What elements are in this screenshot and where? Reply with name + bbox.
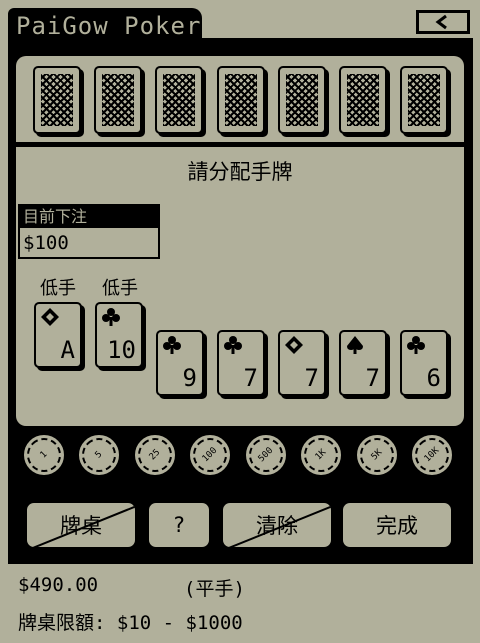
spade-icon bbox=[347, 336, 363, 354]
high-hand-card[interactable]: 7 bbox=[217, 330, 265, 396]
high-hand-card[interactable]: 6 bbox=[400, 330, 448, 396]
back-button[interactable] bbox=[416, 10, 470, 34]
high-hand-card[interactable]: 7 bbox=[339, 330, 387, 396]
chip-tray: 1 5 25 100 500 1K 5K 10K bbox=[16, 430, 464, 480]
chip-25[interactable]: 25 bbox=[132, 432, 178, 478]
dealer-card bbox=[94, 66, 142, 134]
card-rank: 7 bbox=[243, 364, 258, 392]
action-bar: 牌桌 ? 清除 完成 bbox=[24, 500, 456, 552]
card-back-icon bbox=[163, 74, 195, 126]
diamond-icon bbox=[41, 308, 59, 326]
chip-5k[interactable]: 5K bbox=[354, 432, 400, 478]
chip-value: 5 bbox=[79, 435, 119, 475]
dealer-card bbox=[217, 66, 265, 134]
card-rank: 10 bbox=[107, 336, 136, 364]
card-rank: 9 bbox=[182, 364, 197, 392]
chip-1k[interactable]: 1K bbox=[298, 432, 344, 478]
card-rank: 6 bbox=[426, 364, 441, 392]
low-hand-card[interactable]: A bbox=[34, 302, 82, 368]
low-hand-label: 低手 bbox=[40, 278, 76, 299]
low-hand-label: 低手 bbox=[102, 278, 138, 299]
app-title: PaiGow Poker bbox=[8, 8, 202, 42]
card-rank: A bbox=[60, 336, 75, 364]
chip-1[interactable]: 1 bbox=[21, 432, 67, 478]
done-button[interactable]: 完成 bbox=[340, 500, 454, 550]
chip-value: 1 bbox=[24, 435, 64, 475]
dealer-card bbox=[339, 66, 387, 134]
card-back-icon bbox=[41, 74, 73, 126]
card-rank: 7 bbox=[365, 364, 380, 392]
club-icon bbox=[407, 336, 425, 354]
balance-text: $490.00 bbox=[18, 574, 99, 596]
clear-button[interactable]: 清除 bbox=[220, 500, 334, 550]
back-arrow-icon bbox=[435, 14, 447, 30]
low-hand-card[interactable]: 10 bbox=[95, 302, 143, 368]
club-icon bbox=[224, 336, 242, 354]
chip-100[interactable]: 100 bbox=[187, 432, 233, 478]
chip-value: 25 bbox=[135, 435, 175, 475]
chip-value: 100 bbox=[190, 435, 230, 475]
result-text: (平手) bbox=[184, 578, 245, 600]
instruction-text: 請分配手牌 bbox=[187, 160, 293, 184]
chip-500[interactable]: 500 bbox=[243, 432, 289, 478]
chip-value: 500 bbox=[246, 435, 286, 475]
diamond-icon bbox=[285, 336, 303, 354]
dealer-card bbox=[278, 66, 326, 134]
club-icon bbox=[163, 336, 181, 354]
high-hand-card[interactable]: 7 bbox=[278, 330, 326, 396]
high-hand-card[interactable]: 9 bbox=[156, 330, 204, 396]
current-bet-box: 目前下注 $100 bbox=[18, 204, 160, 259]
card-back-icon bbox=[102, 74, 134, 126]
help-button[interactable]: ? bbox=[146, 500, 212, 550]
current-bet-value: $100 bbox=[23, 232, 69, 254]
chip-5[interactable]: 5 bbox=[76, 432, 122, 478]
club-icon bbox=[102, 308, 120, 326]
card-back-icon bbox=[225, 74, 257, 126]
card-back-icon bbox=[408, 74, 440, 126]
current-bet-label: 目前下注 bbox=[20, 206, 158, 228]
dealer-card bbox=[33, 66, 81, 134]
chip-value: 1K bbox=[301, 435, 341, 475]
card-back-icon bbox=[347, 74, 379, 126]
dealer-card bbox=[400, 66, 448, 134]
dealer-card bbox=[155, 66, 203, 134]
title-bar: PaiGow Poker bbox=[0, 0, 480, 42]
table-button[interactable]: 牌桌 bbox=[24, 500, 138, 550]
chip-value: 5K bbox=[357, 435, 397, 475]
table-limits-text: 牌桌限額: $10 - $1000 bbox=[18, 612, 243, 634]
card-back-icon bbox=[286, 74, 318, 126]
chip-10k[interactable]: 10K bbox=[409, 432, 455, 478]
chip-value: 10K bbox=[412, 435, 452, 475]
card-rank: 7 bbox=[304, 364, 319, 392]
